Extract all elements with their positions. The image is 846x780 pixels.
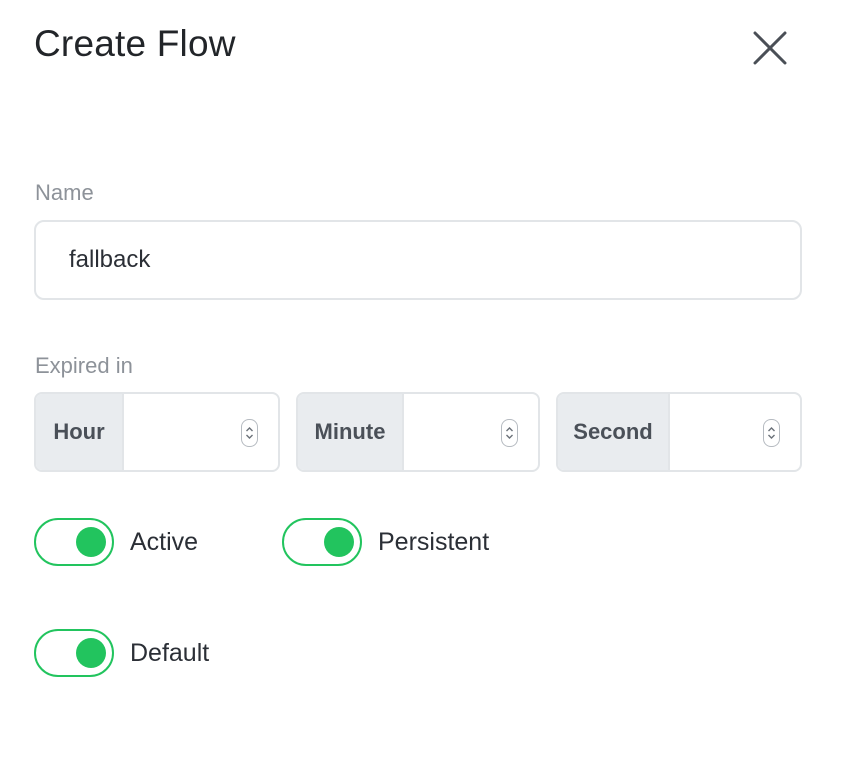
persistent-toggle-row: Persistent — [282, 518, 489, 566]
toggle-knob — [76, 527, 106, 557]
minute-input-group: Minute — [296, 392, 540, 472]
stepper-arrows-icon — [768, 427, 775, 439]
second-stepper[interactable] — [763, 419, 780, 447]
toggle-knob — [324, 527, 354, 557]
close-icon — [753, 31, 787, 65]
hour-addon: Hour — [36, 394, 124, 470]
minute-input[interactable] — [404, 394, 538, 470]
close-button[interactable] — [748, 26, 792, 70]
dialog-title: Create Flow — [34, 23, 236, 64]
toggle-knob — [76, 638, 106, 668]
second-addon: Second — [558, 394, 670, 470]
default-toggle-row: Default — [34, 629, 209, 677]
minute-addon: Minute — [298, 394, 404, 470]
expired-in-label: Expired in — [35, 353, 133, 378]
persistent-toggle[interactable] — [282, 518, 362, 566]
stepper-arrows-icon — [246, 427, 253, 439]
create-flow-dialog: Create Flow Name Expired in Hour Minute — [0, 0, 846, 780]
hour-stepper[interactable] — [241, 419, 258, 447]
second-input[interactable] — [670, 394, 800, 470]
hour-input[interactable] — [124, 394, 278, 470]
second-input-group: Second — [556, 392, 802, 472]
name-input[interactable] — [34, 220, 802, 300]
default-toggle[interactable] — [34, 629, 114, 677]
minute-stepper[interactable] — [501, 419, 518, 447]
active-toggle-row: Active — [34, 518, 198, 566]
persistent-label: Persistent — [378, 527, 490, 556]
hour-input-group: Hour — [34, 392, 280, 472]
active-label: Active — [130, 527, 199, 556]
stepper-arrows-icon — [506, 427, 513, 439]
name-label: Name — [35, 180, 94, 205]
default-label: Default — [130, 638, 210, 667]
active-toggle[interactable] — [34, 518, 114, 566]
